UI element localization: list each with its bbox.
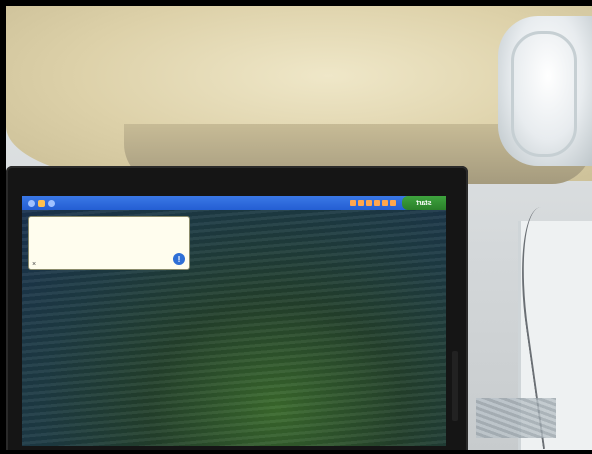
notification-balloon[interactable]: × i bbox=[28, 216, 190, 270]
system-tray bbox=[22, 196, 64, 210]
close-icon[interactable]: × bbox=[32, 259, 36, 266]
monitor-side-buttons[interactable] bbox=[452, 351, 458, 421]
network-icon[interactable] bbox=[28, 199, 35, 207]
balloon-title-row: i bbox=[29, 249, 189, 269]
info-icon: i bbox=[173, 253, 185, 265]
folder-icon[interactable] bbox=[374, 200, 380, 206]
monitor-screen: start × i bbox=[22, 196, 446, 446]
volume-icon[interactable] bbox=[38, 199, 45, 207]
quick-launch-bar bbox=[350, 200, 396, 206]
photo-scene: start × i bbox=[6, 6, 592, 450]
monitor: start × i bbox=[6, 166, 468, 450]
start-button[interactable]: start bbox=[402, 196, 446, 210]
image-border-bottom bbox=[0, 450, 592, 454]
app-icon[interactable] bbox=[382, 200, 388, 206]
security-icon[interactable] bbox=[48, 199, 55, 207]
ie-icon[interactable] bbox=[350, 200, 356, 206]
media-icon[interactable] bbox=[366, 200, 372, 206]
app-icon[interactable] bbox=[390, 200, 396, 206]
taskbar-upside-down: start bbox=[22, 196, 446, 210]
mail-icon[interactable] bbox=[358, 200, 364, 206]
fixture-ring bbox=[511, 31, 577, 157]
coiled-wires bbox=[476, 398, 556, 438]
